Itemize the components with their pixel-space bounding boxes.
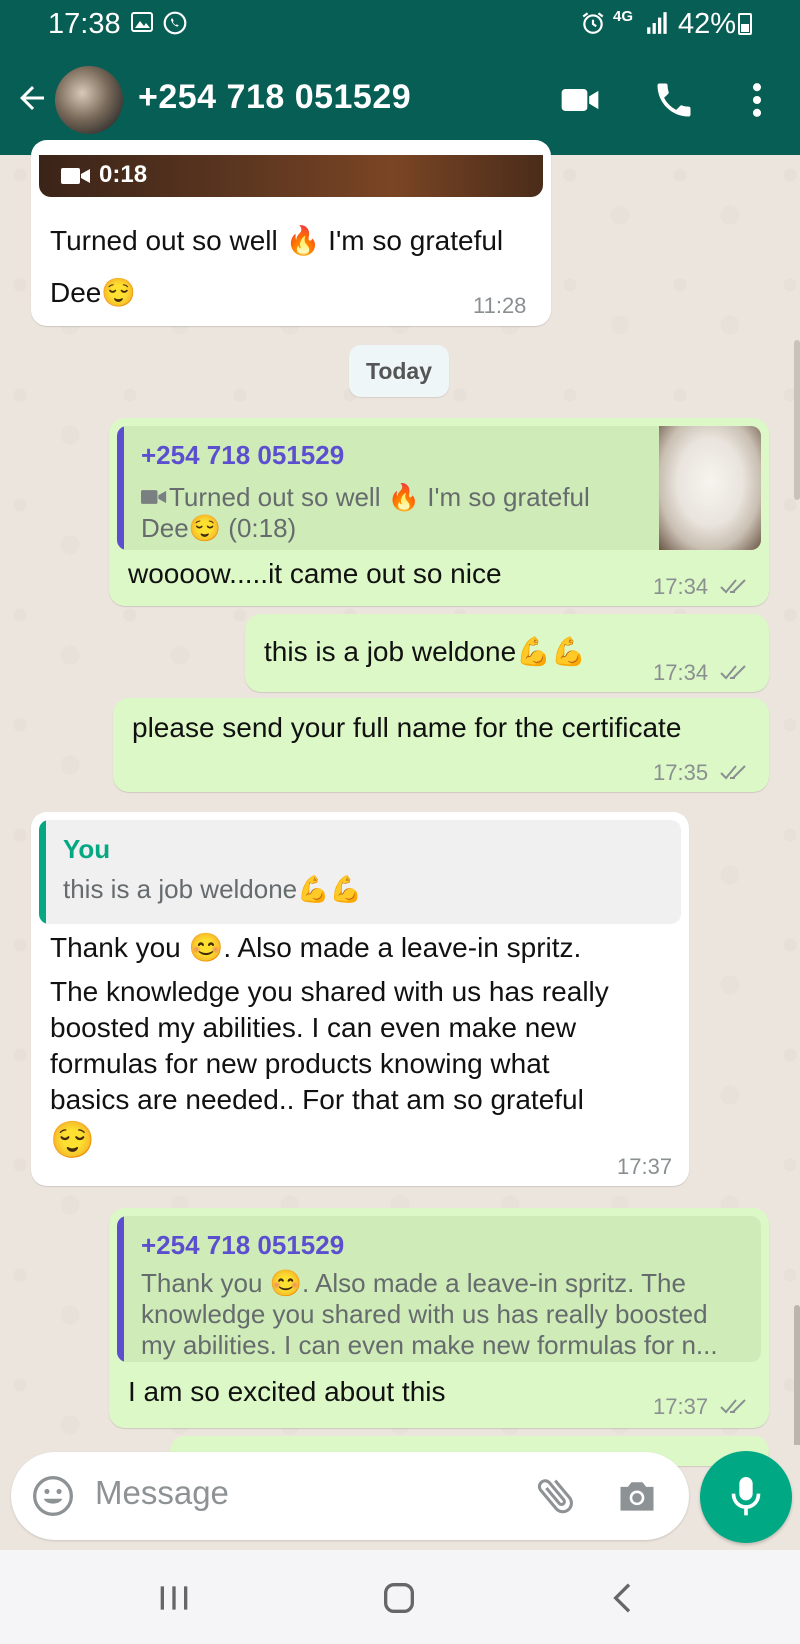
- read-ticks-icon: [720, 579, 746, 594]
- read-ticks-icon: [720, 765, 746, 780]
- quote-text: this is a job weldone💪💪: [63, 874, 362, 904]
- more-vert-icon[interactable]: [735, 78, 779, 122]
- video-call-icon[interactable]: [558, 78, 602, 122]
- message-time: 17:35: [653, 760, 709, 785]
- message-composer[interactable]: Message: [11, 1452, 689, 1540]
- battery-icon: [738, 13, 752, 35]
- message-time: 11:28: [473, 293, 527, 318]
- message-text: Thank you 😊. Also made a leave-in spritz…: [50, 932, 582, 963]
- date-chip: Today: [349, 345, 449, 397]
- outgoing-message[interactable]: +254 718 051529 Thank you 😊. Also made a…: [109, 1208, 769, 1428]
- back-icon[interactable]: [604, 1578, 644, 1618]
- quote-thumbnail: [659, 426, 761, 550]
- voice-call-icon[interactable]: [652, 78, 696, 122]
- quote-bar: [39, 820, 46, 924]
- back-arrow-icon[interactable]: [14, 80, 50, 116]
- quote-bar: [117, 1216, 124, 1362]
- battery-percent: 42%: [677, 8, 736, 40]
- outgoing-message[interactable]: this is a job weldone💪💪 17:34: [245, 614, 769, 692]
- gallery-icon: [131, 12, 153, 32]
- quoted-message[interactable]: +254 718 051529 Thank you 😊. Also made a…: [117, 1216, 761, 1362]
- message-text: I am so excited about this: [128, 1376, 446, 1407]
- camera-icon[interactable]: [615, 1474, 659, 1518]
- video-icon: [141, 490, 167, 504]
- home-icon[interactable]: [379, 1578, 419, 1618]
- scrollbar[interactable]: [794, 340, 800, 500]
- attach-icon[interactable]: [533, 1472, 579, 1518]
- message-text: woooow.....it came out so nice: [128, 558, 502, 589]
- quoted-message[interactable]: +254 718 051529 Turned out so well 🔥 I'm…: [117, 426, 761, 550]
- quote-author: +254 718 051529: [141, 1230, 345, 1260]
- message-text: Turned out so well 🔥 I'm so grateful Dee…: [50, 225, 504, 308]
- signal-icon: [647, 12, 667, 34]
- read-ticks-icon: [720, 665, 746, 680]
- message-text: The knowledge you shared with us has rea…: [50, 976, 609, 1007]
- status-time: 17:38: [48, 8, 121, 40]
- message-text: boosted my abilities. I can even make ne…: [50, 1012, 577, 1043]
- message-text: this is a job weldone💪💪: [264, 636, 586, 667]
- quote-bar: [117, 426, 124, 550]
- quote-text: Dee😌 (0:18): [141, 513, 297, 543]
- message-time: 17:37: [617, 1154, 673, 1179]
- mic-button[interactable]: [700, 1451, 792, 1543]
- quote-text: Thank you 😊. Also made a leave-in spritz…: [141, 1268, 686, 1298]
- video-icon: [61, 168, 90, 184]
- mic-icon: [731, 1477, 761, 1516]
- whatsapp-icon: [163, 11, 187, 35]
- recent-apps-icon[interactable]: [154, 1578, 194, 1618]
- system-nav-bar: [0, 1550, 800, 1644]
- message-text: please send your full name for the certi…: [132, 712, 682, 743]
- message-text: formulas for new products knowing what: [50, 1048, 550, 1079]
- message-time: 17:37: [653, 1394, 709, 1419]
- quoted-message[interactable]: You this is a job weldone💪💪: [39, 820, 681, 924]
- network-type: 4G: [613, 8, 634, 25]
- outgoing-message[interactable]: +254 718 051529 Turned out so well 🔥 I'm…: [109, 418, 769, 606]
- avatar[interactable]: [55, 66, 123, 134]
- quote-text: my abilities. I can even make new formul…: [141, 1330, 718, 1360]
- quote-author: You: [63, 834, 111, 864]
- message-input[interactable]: Message: [95, 1474, 229, 1512]
- message-time: 17:34: [653, 660, 709, 685]
- contact-name[interactable]: +254 718 051529: [138, 78, 411, 117]
- quote-text: knowledge you shared with us has really …: [141, 1299, 708, 1329]
- scrollbar-thumb[interactable]: [794, 1305, 800, 1445]
- emoji-icon[interactable]: [31, 1474, 75, 1518]
- message-text: 😌: [50, 1119, 95, 1160]
- quote-author: +254 718 051529: [141, 440, 345, 470]
- read-ticks-icon: [720, 1399, 746, 1414]
- status-bar: 17:38 4G 42%: [0, 0, 800, 48]
- message-text: basics are needed.. For that am so grate…: [50, 1084, 584, 1115]
- app-bar: 17:38 4G 42% +254 718 051529: [0, 0, 800, 155]
- quote-text: Turned out so well 🔥 I'm so grateful: [169, 482, 590, 512]
- message-time: 17:34: [653, 574, 709, 599]
- incoming-message[interactable]: You this is a job weldone💪💪 Thank you 😊.…: [31, 812, 689, 1186]
- alarm-icon: [582, 12, 604, 34]
- video-duration: 0:18: [99, 161, 148, 188]
- video-thumbnail[interactable]: 0:18: [39, 155, 543, 197]
- outgoing-message[interactable]: please send your full name for the certi…: [113, 698, 769, 792]
